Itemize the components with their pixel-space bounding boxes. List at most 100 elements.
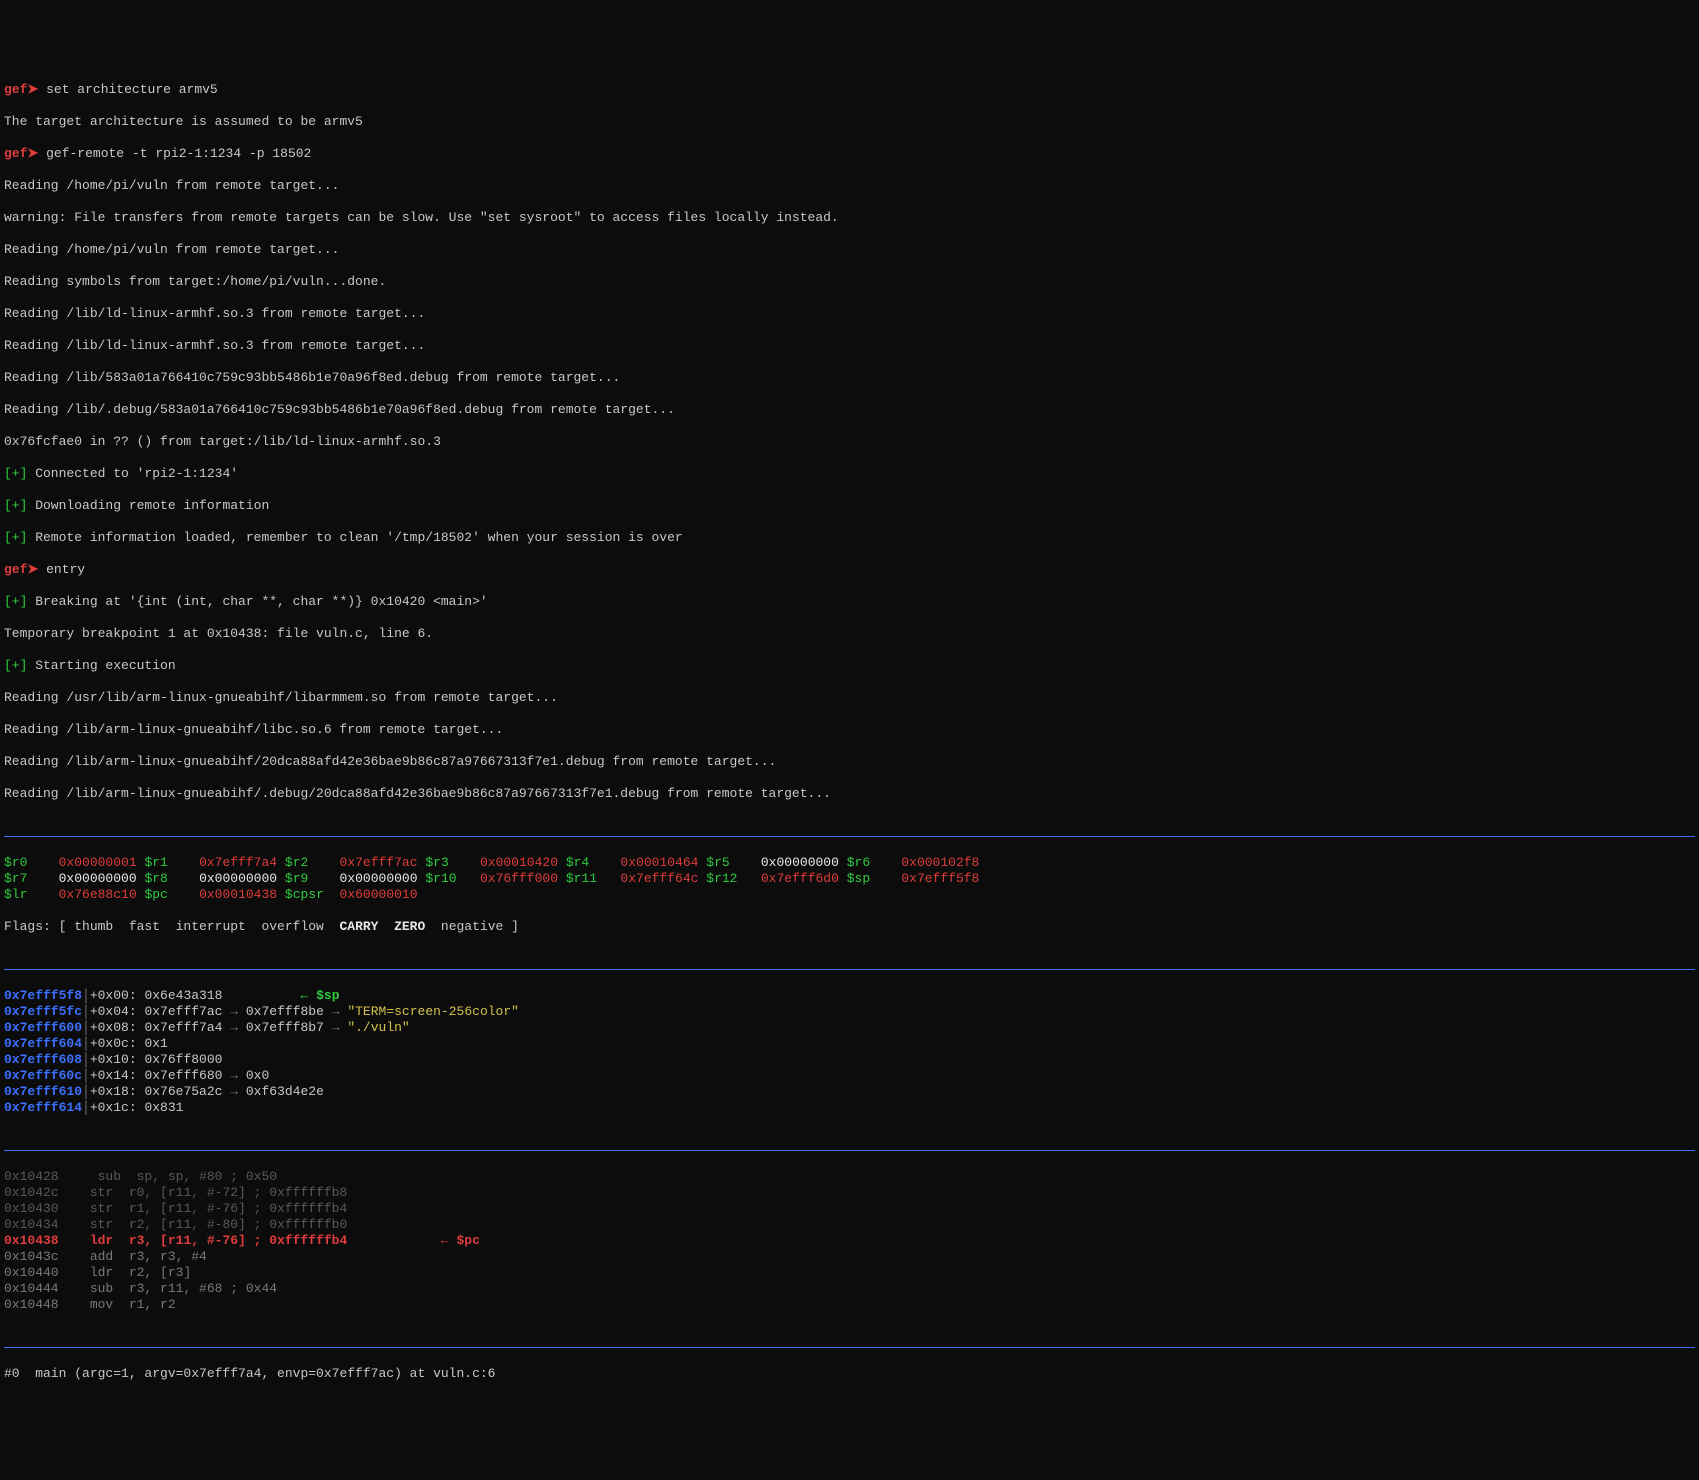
disasm-ins: ldr r2, [r3] [90, 1265, 191, 1280]
register-name: $r6 [847, 855, 886, 870]
register-name: $lr [4, 887, 43, 902]
status-line: [+] Remote information loaded, remember … [4, 530, 1695, 546]
output-line: The target architecture is assumed to be… [4, 114, 1695, 130]
output-line: Reading /lib/arm-linux-gnueabihf/.debug/… [4, 786, 1695, 802]
terminal-output[interactable]: gef➤ set architecture armv5 The target a… [0, 64, 1699, 1400]
output-line: Reading /lib/ld-linux-armhf.so.3 from re… [4, 338, 1695, 354]
disasm-row: 0x10434 str r2, [r11, #-80] ; 0xffffffb0 [4, 1217, 1695, 1233]
stack-row: 0x7efff614│+0x1c: 0x831 [4, 1100, 1695, 1116]
stack-value: 0x7efff7a4 [137, 1020, 231, 1035]
status-plus: [+] [4, 466, 27, 481]
stack-value: 0x1 [137, 1036, 168, 1051]
register-value: 0x60000010 [324, 887, 418, 902]
cmd-text: entry [38, 562, 85, 577]
disasm-row: 0x10428 sub sp, sp, #80 ; 0x50 [4, 1169, 1695, 1185]
section-separator [4, 969, 1695, 970]
register-value: 0x76fff000 [464, 871, 558, 886]
disasm-ins: str r0, [r11, #-72] ; 0xffffffb8 [90, 1185, 347, 1200]
status-plus: [+] [4, 658, 27, 673]
status-plus: [+] [4, 530, 27, 545]
register-value: 0x00000000 [43, 871, 137, 886]
disasm-ins: mov r1, r2 [90, 1297, 176, 1312]
output-line: Reading /usr/lib/arm-linux-gnueabihf/lib… [4, 690, 1695, 706]
register-value: 0x00000000 [324, 871, 418, 886]
registers-panel: $r0 0x00000001 $r1 0x7efff7a4 $r2 0x7eff… [4, 855, 1695, 903]
disasm-row: 0x1043c add r3, r3, #4 [4, 1249, 1695, 1265]
register-value: 0x00010420 [464, 855, 558, 870]
disasm-loc [74, 1265, 90, 1280]
status-line: [+] Downloading remote information [4, 498, 1695, 514]
register-value: 0x00000001 [43, 855, 137, 870]
stack-addr: 0x7efff5f8 [4, 988, 82, 1003]
cmd-text: gef-remote -t rpi2-1:1234 -p 18502 [38, 146, 311, 161]
register-name: $r8 [144, 871, 183, 886]
register-name: $r1 [144, 855, 183, 870]
register-value: 0x00010464 [605, 855, 699, 870]
disasm-addr: 0x1042c [4, 1185, 74, 1200]
stack-value: 0x7efff680 [137, 1068, 231, 1083]
stack-addr: 0x7efff614 [4, 1100, 82, 1115]
disasm-loc [74, 1281, 90, 1296]
register-value: 0x7efff7a4 [183, 855, 277, 870]
output-line: Reading /lib/arm-linux-gnueabihf/20dca88… [4, 754, 1695, 770]
prompt-line: gef➤ gef-remote -t rpi2-1:1234 -p 18502 [4, 146, 1695, 162]
status-line: [+] Connected to 'rpi2-1:1234' [4, 466, 1695, 482]
section-separator [4, 1347, 1695, 1348]
stack-value: 0x76e75a2c [137, 1084, 231, 1099]
stack-addr: 0x7efff604 [4, 1036, 82, 1051]
stack-value: 0x7efff7ac [137, 1004, 231, 1019]
disasm-ins: str r1, [r11, #-76] ; 0xffffffb4 [90, 1201, 347, 1216]
arrow-icon: → [332, 1004, 340, 1019]
stack-row: 0x7efff600│+0x08: 0x7efff7a4 → 0x7efff8b… [4, 1020, 1695, 1036]
disasm-loc [74, 1169, 97, 1184]
arrow-icon: → [230, 1004, 238, 1019]
arrow-icon: → [230, 1020, 238, 1035]
output-line: Reading /lib/arm-linux-gnueabihf/libc.so… [4, 722, 1695, 738]
prompt-line: gef➤ entry [4, 562, 1695, 578]
disasm-loc [74, 1185, 90, 1200]
stack-row: 0x7efff5f8│+0x00: 0x6e43a318 ← $sp [4, 988, 1695, 1004]
disasm-row: 0x10440 ldr r2, [r3] [4, 1265, 1695, 1281]
disasm-addr: 0x10444 [4, 1281, 74, 1296]
stack-value: 0x831 [137, 1100, 184, 1115]
disasm-addr: 0x10430 [4, 1201, 74, 1216]
register-value: 0x7efff6d0 [745, 871, 839, 886]
status-line: [+] Breaking at '{int (int, char **, cha… [4, 594, 1695, 610]
status-plus: [+] [4, 594, 27, 609]
section-separator [4, 1150, 1695, 1151]
stack-row: 0x7efff5fc│+0x04: 0x7efff7ac → 0x7efff8b… [4, 1004, 1695, 1020]
register-name: $r4 [566, 855, 605, 870]
disasm-addr: 0x10434 [4, 1217, 74, 1232]
stack-row: 0x7efff610│+0x18: 0x76e75a2c → 0xf63d4e2… [4, 1084, 1695, 1100]
disasm-ins: sub sp, sp, #80 ; 0x50 [98, 1169, 277, 1184]
disasm-row: 0x10448 mov r1, r2 [4, 1297, 1695, 1313]
sp-marker: ← $sp [300, 988, 339, 1003]
stack-string: "TERM=screen-256color" [340, 1004, 519, 1019]
output-line: Reading /lib/ld-linux-armhf.so.3 from re… [4, 306, 1695, 322]
register-value: 0x00010438 [183, 887, 277, 902]
stack-offset: +0x18: [90, 1084, 137, 1099]
register-name: $r7 [4, 871, 43, 886]
register-row: $lr 0x76e88c10 $pc 0x00010438 $cpsr 0x60… [4, 887, 1695, 903]
stack-offset: +0x14: [90, 1068, 137, 1083]
register-value: 0x00000000 [183, 871, 277, 886]
stack-offset: +0x04: [90, 1004, 137, 1019]
register-name: $r11 [566, 871, 605, 886]
stack-panel: 0x7efff5f8│+0x00: 0x6e43a318 ← $sp0x7eff… [4, 988, 1695, 1116]
stack-row: 0x7efff60c│+0x14: 0x7efff680 → 0x0 [4, 1068, 1695, 1084]
gef-prompt: gef➤ [4, 82, 38, 97]
disasm-row: 0x1042c str r0, [r11, #-72] ; 0xffffffb8 [4, 1185, 1695, 1201]
disasm-addr: 0x10428 [4, 1169, 74, 1184]
stack-string: "./vuln" [340, 1020, 410, 1035]
stack-offset: +0x10: [90, 1052, 137, 1067]
register-name: $r5 [706, 855, 745, 870]
arrow-icon: → [230, 1084, 238, 1099]
disasm-addr: 0x10440 [4, 1265, 74, 1280]
status-line: [+] Starting execution [4, 658, 1695, 674]
register-name: $cpsr [285, 887, 324, 902]
disasm-loc [74, 1249, 90, 1264]
disasm-addr: 0x1043c [4, 1249, 74, 1264]
register-name: $r12 [706, 871, 745, 886]
backtrace-frame: #0 main (argc=1, argv=0x7efff7a4, envp=0… [4, 1366, 1695, 1382]
register-value: 0x00000000 [745, 855, 839, 870]
